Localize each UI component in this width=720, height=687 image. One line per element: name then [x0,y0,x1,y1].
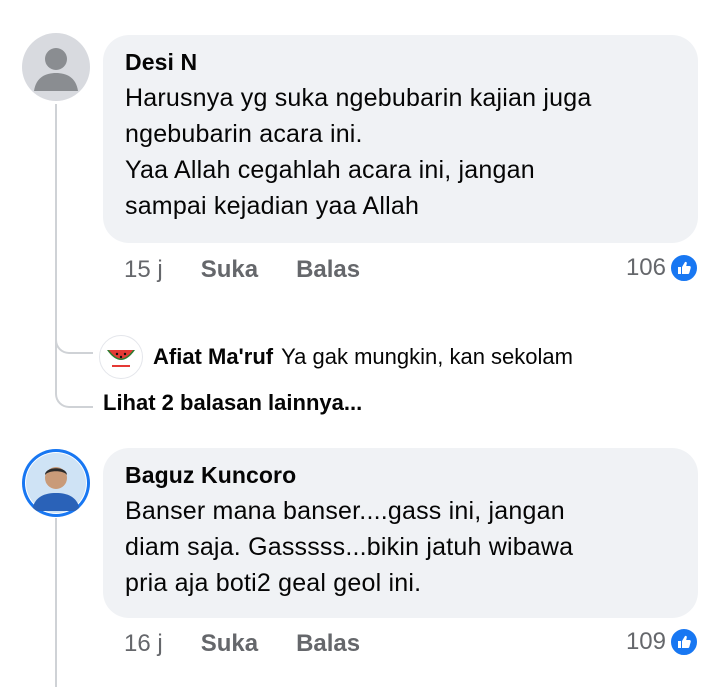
like-thumb-icon [670,254,698,282]
like-count: 109 [625,628,666,655]
like-button[interactable]: Suka [201,256,258,284]
comment-line: ngebubarin acara ini. [125,120,363,148]
comment-bubble: Baguz Kuncoro Banser mana banser....gass… [103,448,698,618]
comment-text: Harusnya yg suka ngebubarin kajian juga … [125,80,676,224]
reaction-count[interactable]: 106 [626,254,698,282]
comment-author[interactable]: Desi N [125,48,676,76]
comment-text: Banser mana banser....gass ini, jangan d… [125,493,676,601]
watermelon-avatar[interactable] [99,335,143,379]
profile-photo-avatar[interactable] [22,449,90,517]
reply-author[interactable]: Afiat Ma'ruf [153,344,273,370]
comment-actions: 15 j Suka Balas [124,256,398,284]
comment-author[interactable]: Baguz Kuncoro [125,461,676,489]
comment-line: diam saja. Gasssss...bikin jatuh wibawa [125,533,574,561]
like-thumb-icon [670,628,698,656]
thread-line-2 [55,518,57,687]
view-more-replies-link[interactable]: Lihat 2 balasan lainnya... [103,390,362,416]
comment-line: sampai kejadian yaa Allah [125,192,420,220]
comment-line: pria aja boti2 geal geol ini. [125,569,422,597]
comment-bubble: Desi N Harusnya yg suka ngebubarin kajia… [103,35,698,243]
reply-text: Ya gak mungkin, kan sekolam [281,344,573,369]
like-button[interactable]: Suka [201,630,258,658]
reply-item: Afiat Ma'ruf Ya gak mungkin, kan sekolam [99,335,573,379]
like-count: 106 [625,254,666,281]
comment-line: Banser mana banser....gass ini, jangan [125,497,565,525]
reply-button[interactable]: Balas [296,630,360,658]
comment-actions: 16 j Suka Balas [124,630,398,658]
reply-button[interactable]: Balas [296,256,360,284]
comment-line: Yaa Allah cegahlah acara ini, jangan [125,156,535,184]
default-avatar-icon[interactable] [22,33,90,101]
timestamp[interactable]: 16 j [124,630,163,658]
timestamp[interactable]: 15 j [124,256,163,284]
thread-branch-more [55,340,93,408]
comment-line: Harusnya yg suka ngebubarin kajian juga [125,84,592,112]
reaction-count[interactable]: 109 [626,628,698,656]
